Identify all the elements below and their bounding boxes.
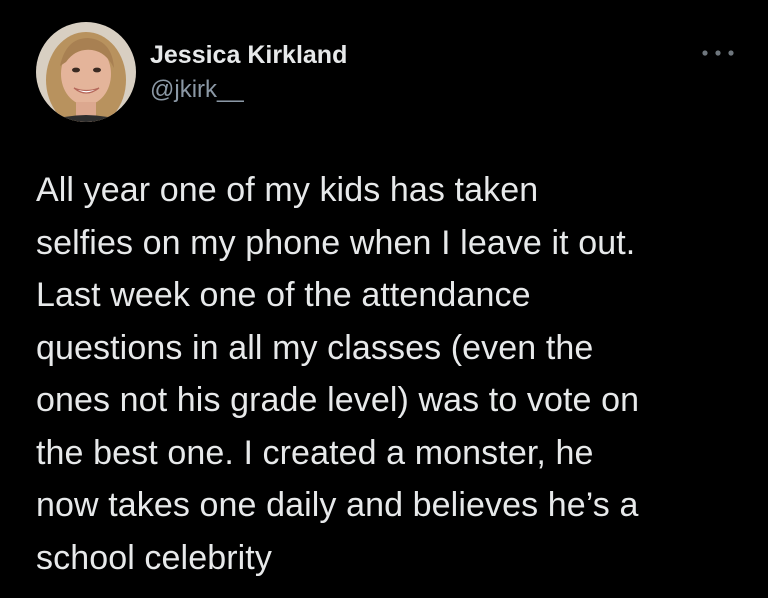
author-display-name[interactable]: Jessica Kirkland: [150, 40, 550, 70]
tweet-text: All year one of my kids has taken selfie…: [36, 171, 640, 577]
more-horizontal-icon: [702, 50, 734, 56]
tweet-card: Jessica Kirkland @jkirk__ All year one o…: [0, 0, 768, 598]
author-info: Jessica Kirkland @jkirk__: [150, 40, 550, 105]
tweet-header: Jessica Kirkland @jkirk__: [36, 22, 736, 122]
author-handle[interactable]: @jkirk__: [150, 75, 550, 105]
more-options-button[interactable]: [696, 44, 740, 62]
avatar[interactable]: [36, 22, 136, 122]
